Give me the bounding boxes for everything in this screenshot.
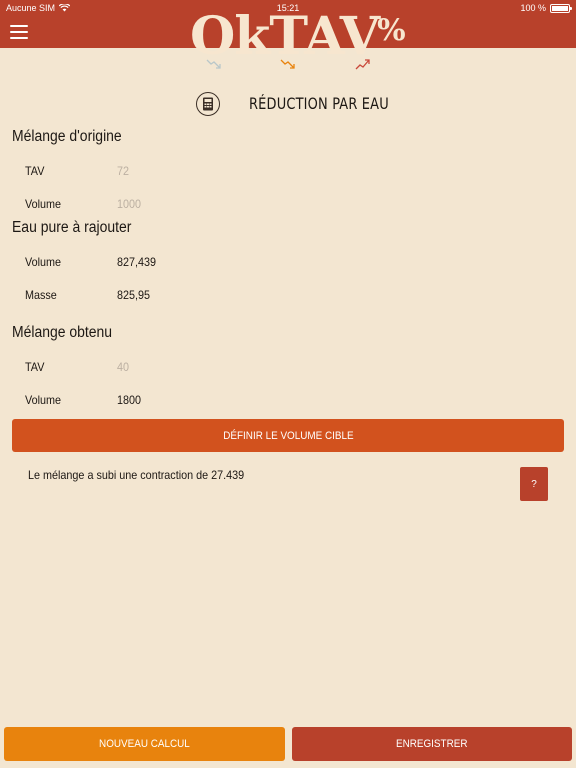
arrow-down-right-light-icon[interactable]: [205, 56, 223, 72]
section-title-origin: Mélange d'origine: [12, 128, 122, 145]
origin-volume-label: Volume: [25, 197, 62, 211]
logo-percent: %: [377, 13, 405, 48]
section-title-water: Eau pure à rajouter: [12, 219, 132, 236]
result-volume-label: Volume: [25, 393, 62, 407]
help-label: ?: [531, 478, 537, 490]
contraction-message: Le mélange a subi une contraction de 27.…: [28, 468, 245, 482]
origin-tav-label: TAV: [25, 164, 45, 178]
define-target-volume-button[interactable]: DÉFINIR LE VOLUME CIBLE: [12, 419, 564, 452]
help-button[interactable]: ?: [520, 467, 548, 501]
battery-icon: [550, 3, 572, 13]
hamburger-menu-icon[interactable]: [10, 25, 28, 39]
water-mass-input[interactable]: [117, 285, 297, 305]
page-title: RÉDUCTION PAR EAU: [249, 94, 389, 113]
save-button[interactable]: ENREGISTRER: [292, 727, 572, 761]
result-volume-input[interactable]: [117, 390, 297, 410]
new-calculation-button[interactable]: NOUVEAU CALCUL: [4, 727, 285, 761]
page-header: RÉDUCTION PAR EAU: [0, 92, 576, 116]
arrow-up-right-red-icon[interactable]: [354, 56, 372, 72]
origin-volume-input[interactable]: [117, 194, 297, 214]
result-tav-input[interactable]: [117, 357, 297, 377]
new-calculation-label: NOUVEAU CALCUL: [99, 738, 190, 750]
arrow-down-right-orange-icon[interactable]: [279, 56, 297, 72]
mode-selector: [0, 56, 576, 72]
app-logo: OkTAV%: [190, 2, 406, 66]
origin-tav-input[interactable]: [117, 161, 297, 181]
water-volume-label: Volume: [25, 255, 62, 269]
section-title-result: Mélange obtenu: [12, 324, 113, 341]
save-label: ENREGISTRER: [396, 738, 468, 750]
water-volume-input[interactable]: [117, 252, 297, 272]
water-mass-label: Masse: [25, 288, 57, 302]
define-target-volume-label: DÉFINIR LE VOLUME CIBLE: [222, 429, 354, 442]
calculator-icon: [196, 92, 220, 116]
status-battery: 100 %: [520, 3, 572, 13]
battery-label: 100 %: [520, 3, 546, 13]
result-tav-label: TAV: [25, 360, 45, 374]
